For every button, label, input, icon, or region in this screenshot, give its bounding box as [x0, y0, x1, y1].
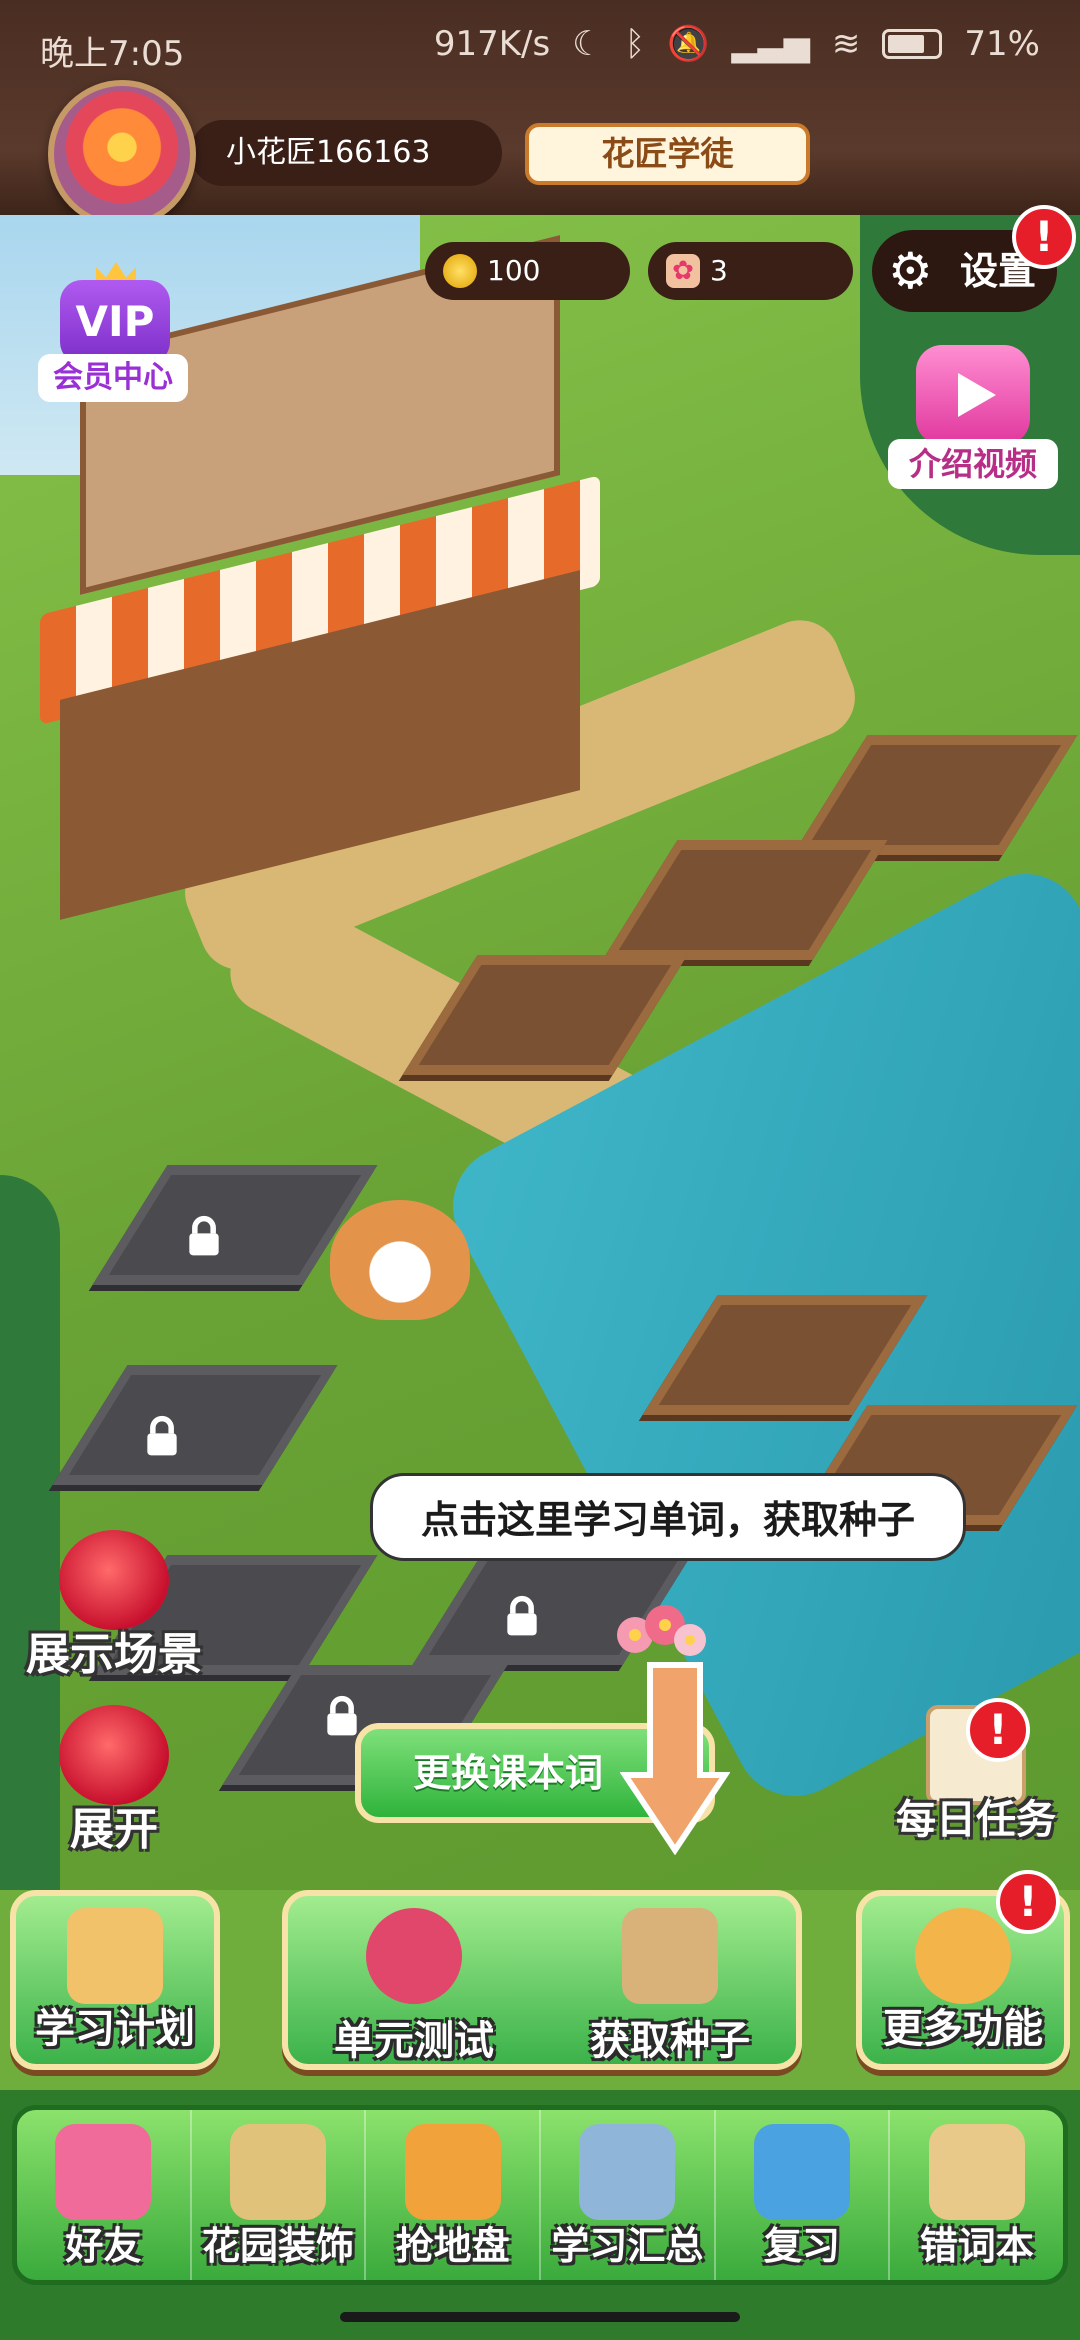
status-bar: 晚上7:05 917K/s ☾ ᛒ 🔕 ▂▃▅ ≋ 71% — [0, 0, 1080, 92]
seed-bag-icon — [622, 1908, 718, 2004]
study-plan-button[interactable]: 学习计划 — [10, 1890, 220, 2070]
avatar[interactable] — [48, 80, 196, 228]
corgi-pet[interactable] — [330, 1200, 470, 1320]
gear-icon: ⚙ — [888, 242, 933, 300]
unit-test-button[interactable]: 单元测试 — [294, 1896, 534, 2076]
status-right: 917K/s ☾ ᛒ 🔕 ▂▃▅ ≋ 71% — [434, 24, 1040, 64]
show-scene-label: 展示场景 — [26, 1629, 202, 1680]
k-card-icon — [67, 1908, 163, 2004]
home-indicator[interactable] — [340, 2312, 740, 2322]
vip-label: 会员中心 — [38, 354, 188, 402]
garden-plot[interactable] — [792, 735, 1078, 855]
monster-icon — [366, 1908, 462, 2004]
garden-map-icon — [230, 2124, 326, 2220]
play-icon — [916, 345, 1030, 445]
study-plan-label: 学习计划 — [35, 2006, 195, 2052]
alert-badge: ! — [966, 1698, 1030, 1762]
battery-icon — [882, 29, 943, 59]
nav-item[interactable]: 学习汇总 — [541, 2110, 716, 2280]
nav-item[interactable]: 抢地盘 — [366, 2110, 542, 2280]
bottom-nav: 好友 花园装饰 抢地盘 学习汇总 复习 错词本 — [12, 2105, 1068, 2285]
garden-plot[interactable] — [402, 955, 688, 1075]
status-time: 晚上7:05 — [40, 34, 185, 74]
unit-test-label: 单元测试 — [334, 2018, 494, 2064]
nav-item[interactable]: 好友 — [17, 2110, 192, 2280]
get-seeds-button[interactable]: 获取种子 — [550, 1896, 790, 2076]
flower-counter: ✿ 3 — [648, 242, 853, 300]
vip-center-button[interactable]: VIP 会员中心 — [38, 262, 188, 402]
book-icon — [754, 2124, 851, 2220]
top-bar: 晚上7:05 917K/s ☾ ᛒ 🔕 ▂▃▅ ≋ 71% 小花匠166163 … — [0, 0, 1080, 228]
lock-icon — [500, 1595, 544, 1639]
intro-video-label: 介绍视频 — [888, 439, 1058, 489]
nav-item[interactable]: 错词本 — [890, 2110, 1063, 2280]
mute-icon: 🔕 — [667, 24, 710, 64]
expand-button[interactable]: 展开 — [14, 1705, 214, 1857]
more-features-label: 更多功能 — [883, 2006, 1043, 2052]
rose-icon — [59, 1530, 169, 1630]
garden-plot[interactable] — [602, 840, 888, 960]
moon-icon: ☾ — [572, 24, 603, 64]
pointer-arrow-icon — [620, 1662, 730, 1855]
coin-icon — [443, 254, 477, 288]
scroll-icon — [928, 2124, 1025, 2220]
nav-item-label: 复习 — [764, 2224, 841, 2268]
bluetooth-icon: ᛒ — [624, 24, 646, 64]
a-badge-icon — [915, 1908, 1011, 2004]
coin-counter: 100 — [425, 242, 630, 300]
vip-badge: VIP — [60, 280, 170, 364]
battery-level: 71% — [964, 24, 1040, 64]
lock-icon — [182, 1215, 226, 1259]
get-seeds-label: 获取种子 — [590, 2018, 750, 2064]
network-speed: 917K/s — [433, 24, 551, 64]
signal-icon: ▂▃▅ — [731, 24, 810, 64]
coin-count: 100 — [487, 254, 541, 287]
rank-button[interactable]: 花匠学徒 — [525, 123, 810, 185]
hourglass-icon — [579, 2124, 676, 2220]
test-seed-panel: 单元测试 获取种子 — [282, 1890, 802, 2070]
alert-badge: ! — [996, 1870, 1060, 1934]
wifi-icon: ≋ — [831, 24, 861, 64]
nav-item[interactable]: 复习 — [716, 2110, 891, 2280]
flower-icon: ✿ — [666, 254, 700, 288]
nav-item-label: 错词本 — [919, 2224, 1034, 2268]
username-plate[interactable]: 小花匠166163 — [190, 120, 502, 186]
flower-icon — [55, 2124, 152, 2220]
nav-item[interactable]: 花园装饰 — [192, 2110, 367, 2280]
tulip-icon — [59, 1705, 169, 1805]
bottom-bar: 好友 花园装饰 抢地盘 学习汇总 复习 错词本 — [0, 2090, 1080, 2340]
lock-icon — [320, 1695, 364, 1739]
nav-item-label: 花园装饰 — [202, 2224, 355, 2268]
flower-count: 3 — [710, 254, 728, 287]
pk-icon — [404, 2124, 501, 2220]
alert-badge: ! — [1012, 205, 1076, 269]
intro-video-button[interactable]: 介绍视频 — [888, 345, 1058, 489]
lock-icon — [140, 1415, 184, 1459]
tutorial-tooltip: 点击这里学习单词，获取种子 — [370, 1473, 966, 1561]
daily-tasks-label: 每日任务 — [896, 1797, 1056, 1843]
action-row: 学习计划 单元测试 获取种子 更多功能 ! — [0, 1870, 1080, 2090]
expand-label: 展开 — [70, 1804, 158, 1855]
show-scene-button[interactable]: 展示场景 — [14, 1530, 214, 1682]
nav-item-label: 学习汇总 — [551, 2224, 704, 2268]
nav-item-label: 抢地盘 — [395, 2224, 510, 2268]
nav-item-label: 好友 — [65, 2224, 142, 2268]
locked-plot[interactable] — [52, 1365, 338, 1485]
